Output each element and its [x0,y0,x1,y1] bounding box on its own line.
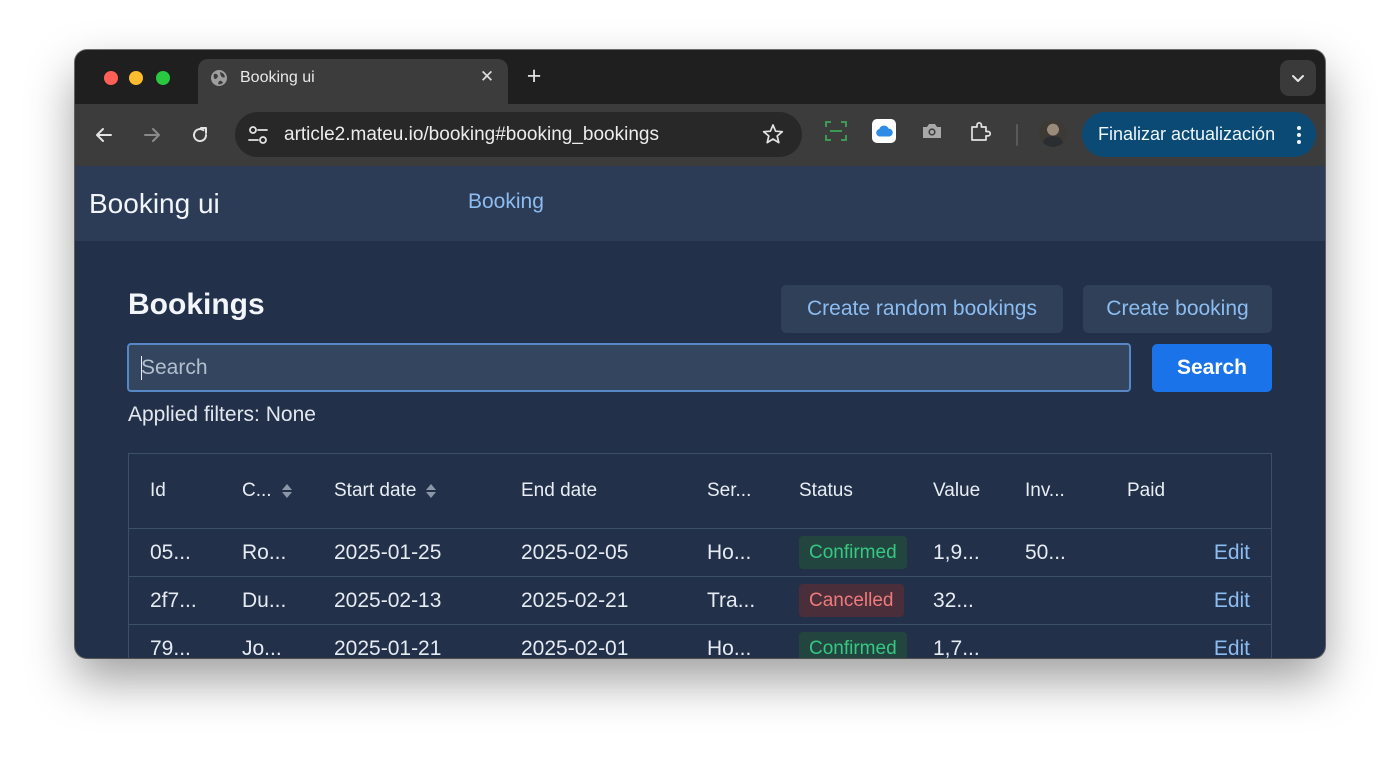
bookings-table: Id C... Start date End date Ser... Statu… [128,453,1272,658]
update-label: Finalizar actualización [1098,124,1276,144]
column-header-end-date[interactable]: End date [521,480,597,502]
cell-value: 32... [933,589,974,612]
text-caret [141,356,142,380]
extensions-icon [971,121,991,141]
sort-icon[interactable] [281,484,292,498]
app-brand: Booking ui [89,188,220,219]
minimize-window-button[interactable] [129,71,143,85]
tab-booking-ui[interactable]: Booking ui ✕ [198,59,508,104]
cell-end-date: 2025-02-21 [521,589,629,612]
reload-icon [193,127,208,143]
cell-service: Ho... [707,541,752,564]
app-header: Booking ui Booking [75,166,1325,241]
globe-icon [211,70,227,86]
maximize-window-button[interactable] [156,71,170,85]
icloud-icon [876,125,893,137]
status-badge: Cancelled [799,584,904,617]
cell-service: Tra... [707,589,756,612]
create-booking-button[interactable]: Create booking [1083,285,1272,333]
star-icon[interactable] [762,123,784,145]
cell-end-date: 2025-02-01 [521,637,629,658]
column-header-invoiced[interactable]: Inv... [1025,480,1065,502]
cell-invoiced: 50... [1025,541,1066,564]
close-icon[interactable]: ✕ [476,66,498,88]
plus-icon[interactable]: + [521,63,547,89]
cell-customer: Ro... [242,541,287,564]
cell-id: 2f7... [150,589,197,612]
create-random-bookings-button[interactable]: Create random bookings [781,285,1063,333]
browser-toolbar: article2.mateu.io/booking#booking_bookin… [75,104,1325,166]
cell-value: 1,7... [933,637,980,658]
screenshot-extension[interactable] [824,119,848,143]
search-button[interactable]: Search [1152,344,1272,392]
edit-link[interactable]: Edit [1214,637,1250,658]
nav-link-booking[interactable]: Booking [468,190,544,214]
back-button[interactable] [88,119,120,151]
sort-icon[interactable] [426,484,437,498]
cell-id: 79... [150,637,191,658]
toolbar-divider [1016,124,1018,146]
cell-end-date: 2025-02-05 [521,541,629,564]
column-header-id[interactable]: Id [150,480,166,502]
cell-start-date: 2025-01-21 [334,637,442,658]
site-settings-icon[interactable] [247,125,269,145]
camera-extension[interactable] [920,119,944,143]
update-button[interactable]: Finalizar actualización [1082,112,1316,157]
cell-value: 1,9... [933,541,980,564]
column-header-paid[interactable]: Paid [1127,480,1165,502]
cell-start-date: 2025-02-13 [334,589,442,612]
column-header-status[interactable]: Status [799,480,853,502]
icloud-extension[interactable] [872,119,896,143]
search-input[interactable] [127,343,1131,392]
column-header-service[interactable]: Ser... [707,480,751,502]
forward-icon [144,128,160,142]
url-text[interactable]: article2.mateu.io/booking#booking_bookin… [284,124,659,146]
table-row[interactable]: 2f7... Du... 2025-02-13 2025-02-21 Tra..… [129,576,1271,624]
reload-button[interactable] [184,119,216,151]
close-window-button[interactable] [104,71,118,85]
cell-customer: Jo... [242,637,282,658]
browser-window: Booking ui ✕ + article2.mateu.io/booking… [75,50,1325,658]
edit-link[interactable]: Edit [1214,589,1250,613]
tab-strip: Booking ui ✕ + [75,50,1325,104]
status-badge: Confirmed [799,632,907,658]
applied-filters: Applied filters: None [128,403,316,426]
back-icon [96,128,112,142]
tab-title: Booking ui [240,69,315,86]
page-title: Bookings [128,288,265,321]
extensions-button[interactable] [968,119,992,143]
address-bar[interactable]: article2.mateu.io/booking#booking_bookin… [235,112,802,157]
cell-service: Ho... [707,637,752,658]
chevron-down-icon [1292,75,1304,82]
edit-link[interactable]: Edit [1214,541,1250,565]
more-vert-icon [1297,126,1301,144]
column-header-value[interactable]: Value [933,480,980,502]
screenshot-icon [825,121,847,141]
column-header-customer[interactable]: C... [242,480,292,502]
avatar[interactable] [1039,119,1067,147]
cell-customer: Du... [242,589,287,612]
tab-search-button[interactable] [1280,60,1316,96]
camera-icon [923,124,941,138]
column-header-start-date[interactable]: Start date [334,480,437,502]
table-row[interactable]: 79... Jo... 2025-01-21 2025-02-01 Ho... … [129,624,1271,658]
status-badge: Confirmed [799,536,907,569]
forward-button[interactable] [136,119,168,151]
cell-id: 05... [150,541,191,564]
table-row[interactable]: 05... Ro... 2025-01-25 2025-02-05 Ho... … [129,528,1271,576]
cell-start-date: 2025-01-25 [334,541,442,564]
